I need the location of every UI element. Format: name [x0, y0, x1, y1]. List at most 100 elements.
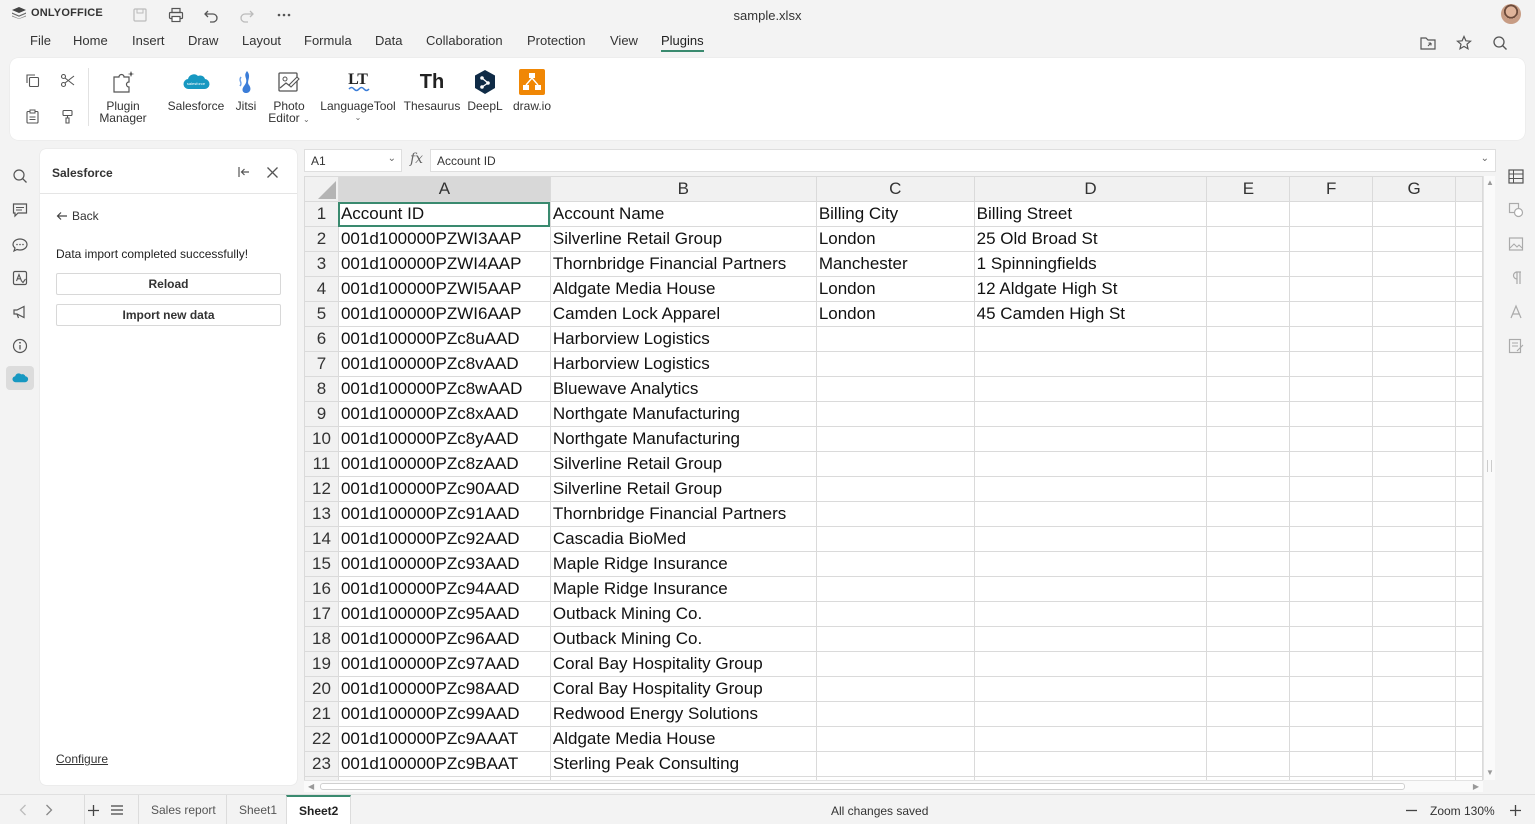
column-header-a[interactable]: A	[337, 176, 551, 202]
row-header[interactable]: 19	[304, 651, 339, 677]
scroll-down-arrow-icon[interactable]: ▼	[1485, 768, 1495, 778]
cell[interactable]	[1454, 751, 1483, 777]
configure-link[interactable]: Configure	[56, 752, 108, 766]
cell[interactable]	[973, 401, 1208, 427]
cell[interactable]	[815, 601, 975, 627]
function-fx-icon[interactable]: fx	[410, 151, 423, 167]
cell[interactable]	[1289, 226, 1374, 252]
row-header[interactable]: 21	[304, 701, 339, 727]
cell[interactable]	[973, 601, 1208, 627]
cell[interactable]	[1454, 551, 1483, 577]
cell[interactable]	[815, 326, 975, 352]
cell[interactable]	[1454, 451, 1483, 477]
cell[interactable]: Northgate Manufacturing	[549, 426, 817, 452]
cell[interactable]	[1206, 351, 1291, 377]
formula-expand-chevron-icon[interactable]: ⌄	[1481, 153, 1489, 164]
cell[interactable]	[973, 676, 1208, 702]
cell[interactable]	[973, 476, 1208, 502]
cell[interactable]	[1289, 626, 1374, 652]
cell[interactable]: 001d100000PZc95AAD	[337, 601, 551, 627]
cell[interactable]: London	[815, 301, 975, 327]
cell[interactable]	[815, 376, 975, 402]
cell[interactable]	[1206, 276, 1291, 302]
cell[interactable]: 001d100000PZc91AAD	[337, 501, 551, 527]
back-link[interactable]: Back	[56, 209, 99, 223]
cell[interactable]	[815, 651, 975, 677]
cell[interactable]	[1454, 351, 1483, 377]
menu-plugins[interactable]: Plugins	[661, 33, 704, 52]
undo-icon[interactable]	[201, 5, 221, 25]
cell[interactable]	[973, 651, 1208, 677]
cell[interactable]	[1372, 451, 1456, 477]
menu-insert[interactable]: Insert	[132, 33, 165, 48]
cell[interactable]	[973, 551, 1208, 577]
cell[interactable]	[1289, 726, 1374, 752]
select-all-corner[interactable]	[304, 176, 339, 202]
cell[interactable]	[1454, 476, 1483, 502]
menu-view[interactable]: View	[610, 33, 638, 48]
cell[interactable]	[1372, 501, 1456, 527]
cell[interactable]	[973, 376, 1208, 402]
cell[interactable]: Silverline Retail Group	[549, 226, 817, 252]
cut-icon[interactable]	[56, 69, 78, 91]
cell[interactable]	[973, 751, 1208, 777]
cell[interactable]	[1372, 476, 1456, 502]
menu-protection[interactable]: Protection	[527, 33, 586, 48]
row-header[interactable]: 23	[304, 751, 339, 777]
cell[interactable]	[973, 426, 1208, 452]
import-new-data-button[interactable]: Import new data	[56, 304, 281, 326]
cell[interactable]: 25 Old Broad St	[973, 226, 1208, 252]
cell[interactable]	[973, 326, 1208, 352]
print-icon[interactable]	[166, 5, 186, 25]
cell[interactable]	[1289, 676, 1374, 702]
plugin-salesforce-button[interactable]: salesforce Salesforce	[166, 68, 226, 112]
format-painter-icon[interactable]	[56, 105, 78, 127]
paste-icon[interactable]	[21, 105, 43, 127]
cell[interactable]	[1289, 301, 1374, 327]
plugin-jitsi-button[interactable]: Jitsi	[232, 68, 260, 112]
cell[interactable]	[1206, 726, 1291, 752]
row-header[interactable]: 5	[304, 301, 339, 327]
search-icon[interactable]	[1490, 33, 1510, 53]
cell[interactable]: Account Name	[549, 201, 817, 227]
cell[interactable]	[973, 501, 1208, 527]
save-icon[interactable]	[130, 5, 150, 25]
cell[interactable]	[815, 676, 975, 702]
cell[interactable]: 001d100000PZWI5AAP	[337, 276, 551, 302]
formula-input[interactable]: Account ID ⌄	[430, 149, 1496, 172]
vertical-scroll-thumb[interactable]	[1487, 460, 1492, 472]
cell[interactable]	[815, 726, 975, 752]
cell[interactable]	[1372, 551, 1456, 577]
cell[interactable]: 001d100000PZc90AAD	[337, 476, 551, 502]
cell[interactable]: Sterling Peak Consulting	[549, 751, 817, 777]
cell[interactable]	[973, 726, 1208, 752]
plugin-manager-button[interactable]: Plugin Manager	[98, 68, 148, 124]
cell[interactable]	[815, 701, 975, 727]
cell[interactable]	[1289, 401, 1374, 427]
cell[interactable]	[1454, 251, 1483, 277]
sidebar-comments-icon[interactable]	[10, 200, 30, 220]
signature-settings-icon[interactable]	[1506, 336, 1526, 356]
cell[interactable]	[1289, 201, 1374, 227]
cell[interactable]	[1289, 576, 1374, 602]
open-file-location-icon[interactable]	[1418, 33, 1438, 53]
cell[interactable]: Aldgate Media House	[549, 726, 817, 752]
cell[interactable]: Aldgate Media House	[549, 276, 817, 302]
cell[interactable]	[1206, 401, 1291, 427]
cell[interactable]	[1289, 601, 1374, 627]
cell[interactable]	[1454, 401, 1483, 427]
cell[interactable]: Thornbridge Financial Partners	[549, 501, 817, 527]
cell[interactable]	[1289, 476, 1374, 502]
cell[interactable]	[1289, 751, 1374, 777]
plugin-drawio-button[interactable]: draw.io	[510, 68, 554, 112]
close-panel-icon[interactable]	[263, 163, 281, 181]
more-icon[interactable]	[274, 5, 294, 25]
cell[interactable]: Maple Ridge Insurance	[549, 551, 817, 577]
cell[interactable]	[1206, 626, 1291, 652]
cell[interactable]	[1289, 376, 1374, 402]
cell[interactable]	[1372, 301, 1456, 327]
cell-table[interactable]: A B C D E F G 1 Account ID Account Name Bil…	[304, 176, 1483, 780]
sidebar-search-icon[interactable]	[10, 166, 30, 186]
menu-file[interactable]: File	[30, 33, 51, 48]
cell[interactable]	[1454, 201, 1483, 227]
